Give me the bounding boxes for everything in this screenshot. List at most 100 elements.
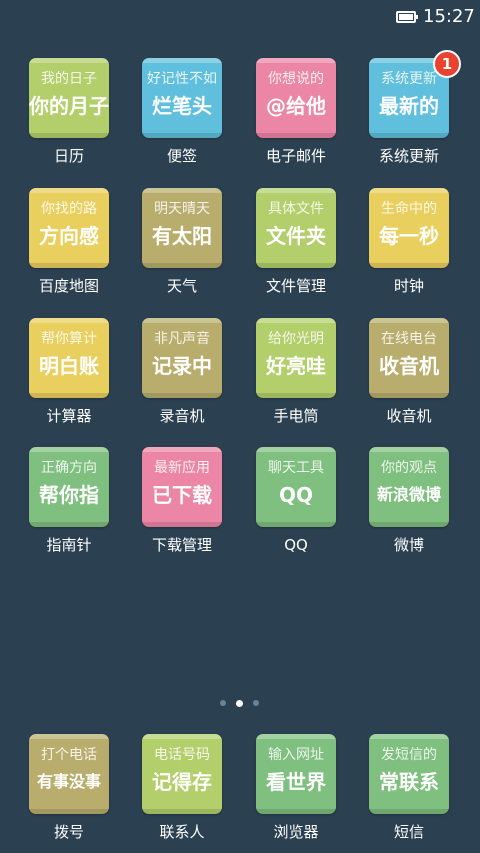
app-grid-8[interactable]: 生命中的 每一秒 时钟 xyxy=(359,188,459,298)
app-slogan: 收音机 xyxy=(379,354,439,378)
app-label: 收音机 xyxy=(386,407,432,425)
app-icon-tile[interactable]: 发短信的 常联系 xyxy=(369,734,449,814)
status-time: 15:27 xyxy=(423,6,475,27)
page-dot-2[interactable] xyxy=(236,699,243,707)
battery-icon xyxy=(396,11,418,23)
app-slogan: 方向感 xyxy=(39,224,99,248)
app-icon-tile[interactable]: 你找的路 方向感 xyxy=(29,188,109,268)
app-label: 计算器 xyxy=(46,407,92,425)
app-tagline: 我的日子 xyxy=(41,71,97,87)
app-label: 日历 xyxy=(53,147,84,165)
app-icon-tile[interactable]: 非凡声音 记录中 xyxy=(142,318,222,398)
app-tagline: 帮你算计 xyxy=(41,331,97,347)
app-grid-7[interactable]: 具体文件 文件夹 文件管理 xyxy=(246,188,346,298)
app-icon-tile[interactable]: 具体文件 文件夹 xyxy=(256,188,336,268)
app-icon-tile[interactable]: 好记性不如 烂笔头 xyxy=(142,58,222,138)
app-icon-tile[interactable]: 最新应用 已下载 xyxy=(142,447,222,527)
app-grid-9[interactable]: 帮你算计明白账计算器 xyxy=(19,318,119,428)
app-dock-1[interactable]: 打个电话 有事没事拨号 xyxy=(19,734,119,844)
app-icon-tile[interactable]: 打个电话 有事没事 xyxy=(29,734,109,814)
app-slogan: 明白账 xyxy=(39,354,99,378)
app-slogan: 记录中 xyxy=(152,354,212,378)
app-grid-4[interactable]: 系统更新 最新的 1 系统更新 xyxy=(359,50,461,168)
app-grid-1[interactable]: 我的日子你的月子日历 xyxy=(19,58,119,168)
app-label: 短信 xyxy=(393,823,424,841)
app-tagline: 你的观点 xyxy=(381,460,437,476)
app-tagline: 最新应用 xyxy=(154,460,210,476)
app-grid-13[interactable]: 正确方向 帮你指指南针 xyxy=(19,447,119,557)
app-slogan: 记得存 xyxy=(152,770,212,794)
app-slogan: 你的月子 xyxy=(29,94,109,118)
app-label: 指南针 xyxy=(46,536,92,554)
app-tagline: 发短信的 xyxy=(381,747,437,763)
app-grid-5[interactable]: 你找的路方向感百度地图 xyxy=(19,188,119,298)
app-slogan: 有太阳 xyxy=(152,224,212,248)
app-label: 拨号 xyxy=(53,823,84,841)
app-icon-tile[interactable]: 聊天工具 QQ xyxy=(256,447,336,527)
app-slogan: 烂笔头 xyxy=(152,94,212,118)
app-tagline: 聊天工具 xyxy=(268,460,324,476)
app-slogan: 看世界 xyxy=(266,770,326,794)
app-label: 微博 xyxy=(393,536,424,554)
app-dock-3[interactable]: 输入网址 看世界浏览器 xyxy=(246,734,346,844)
app-label: 百度地图 xyxy=(38,277,99,295)
page-dot-1[interactable] xyxy=(220,700,226,706)
app-dock-2[interactable]: 电话号码记得存联系人 xyxy=(132,734,232,844)
app-slogan: 文件夹 xyxy=(266,224,326,248)
app-slogan: @给他 xyxy=(266,94,326,118)
app-icon-tile[interactable]: 在线电台 收音机 xyxy=(369,318,449,398)
app-dock-4[interactable]: 发短信的 常联系 短信 xyxy=(359,734,459,844)
app-tagline: 你找的路 xyxy=(41,201,97,217)
app-label: 下载管理 xyxy=(151,536,212,554)
app-icon-tile[interactable]: 明天晴天 有太阳 xyxy=(142,188,222,268)
app-slogan: 常联系 xyxy=(379,770,439,794)
status-bar: 15:27 xyxy=(0,0,480,36)
app-slogan: 已下载 xyxy=(152,483,212,507)
app-grid-14[interactable]: 最新应用已下载下载管理 xyxy=(132,447,232,557)
app-icon-tile[interactable]: 你的观点 新浪微博 xyxy=(369,447,449,527)
app-grid-3[interactable]: 你想说的 @给他电子邮件 xyxy=(246,58,346,168)
app-tagline: 具体文件 xyxy=(268,201,324,217)
page-indicator xyxy=(0,699,480,708)
app-tagline: 电话号码 xyxy=(154,747,210,763)
app-icon-tile[interactable]: 正确方向 帮你指 xyxy=(29,447,109,527)
app-slogan: 有事没事 xyxy=(36,772,101,791)
app-grid-15[interactable]: 聊天工具 QQ QQ xyxy=(246,447,346,557)
app-icon-tile[interactable]: 给你光明 好亮哇 xyxy=(256,318,336,398)
app-label: 录音机 xyxy=(159,407,205,425)
app-label: 浏览器 xyxy=(273,823,319,841)
app-icon-tile[interactable]: 我的日子 你的月子 xyxy=(29,58,109,138)
app-icon-tile[interactable]: 帮你算计 明白账 xyxy=(29,318,109,398)
app-label: 系统更新 xyxy=(378,147,439,165)
app-grid-10[interactable]: 非凡声音记录中录音机 xyxy=(132,318,232,428)
app-label: 电子邮件 xyxy=(265,147,326,165)
app-tagline: 非凡声音 xyxy=(154,331,210,347)
app-icon-tile[interactable]: 生命中的 每一秒 xyxy=(369,188,449,268)
app-tagline: 生命中的 xyxy=(381,201,437,217)
app-slogan: 新浪微博 xyxy=(376,485,441,504)
app-tagline: 在线电台 xyxy=(381,331,437,347)
page-dot-3[interactable] xyxy=(253,700,259,706)
app-label: 天气 xyxy=(166,277,197,295)
app-label: 联系人 xyxy=(159,823,205,841)
app-icon-tile[interactable]: 你想说的 @给他 xyxy=(256,58,336,138)
app-slogan: 最新的 xyxy=(379,94,439,118)
app-icon-tile[interactable]: 输入网址 看世界 xyxy=(256,734,336,814)
app-tagline: 你想说的 xyxy=(268,71,324,87)
notification-badge: 1 xyxy=(433,50,461,78)
app-grid-11[interactable]: 给你光明 好亮哇 手电筒 xyxy=(246,318,346,428)
app-label: QQ xyxy=(284,536,308,554)
app-tagline: 明天晴天 xyxy=(154,201,210,217)
app-grid-16[interactable]: 你的观点新浪微博微博 xyxy=(359,447,459,557)
app-slogan: 好亮哇 xyxy=(266,354,326,378)
app-grid-12[interactable]: 在线电台 收音机 收音机 xyxy=(359,318,459,428)
app-tagline: 好记性不如 xyxy=(147,71,217,87)
app-icon-tile[interactable]: 电话号码 记得存 xyxy=(142,734,222,814)
app-tagline: 给你光明 xyxy=(268,331,324,347)
app-slogan: QQ xyxy=(278,483,313,507)
app-slogan: 每一秒 xyxy=(379,224,439,248)
app-grid-2[interactable]: 好记性不如烂笔头便签 xyxy=(132,58,232,168)
app-slogan: 帮你指 xyxy=(39,483,99,507)
app-label: 便签 xyxy=(166,147,197,165)
app-grid-6[interactable]: 明天晴天 有太阳 天气 xyxy=(132,188,232,298)
